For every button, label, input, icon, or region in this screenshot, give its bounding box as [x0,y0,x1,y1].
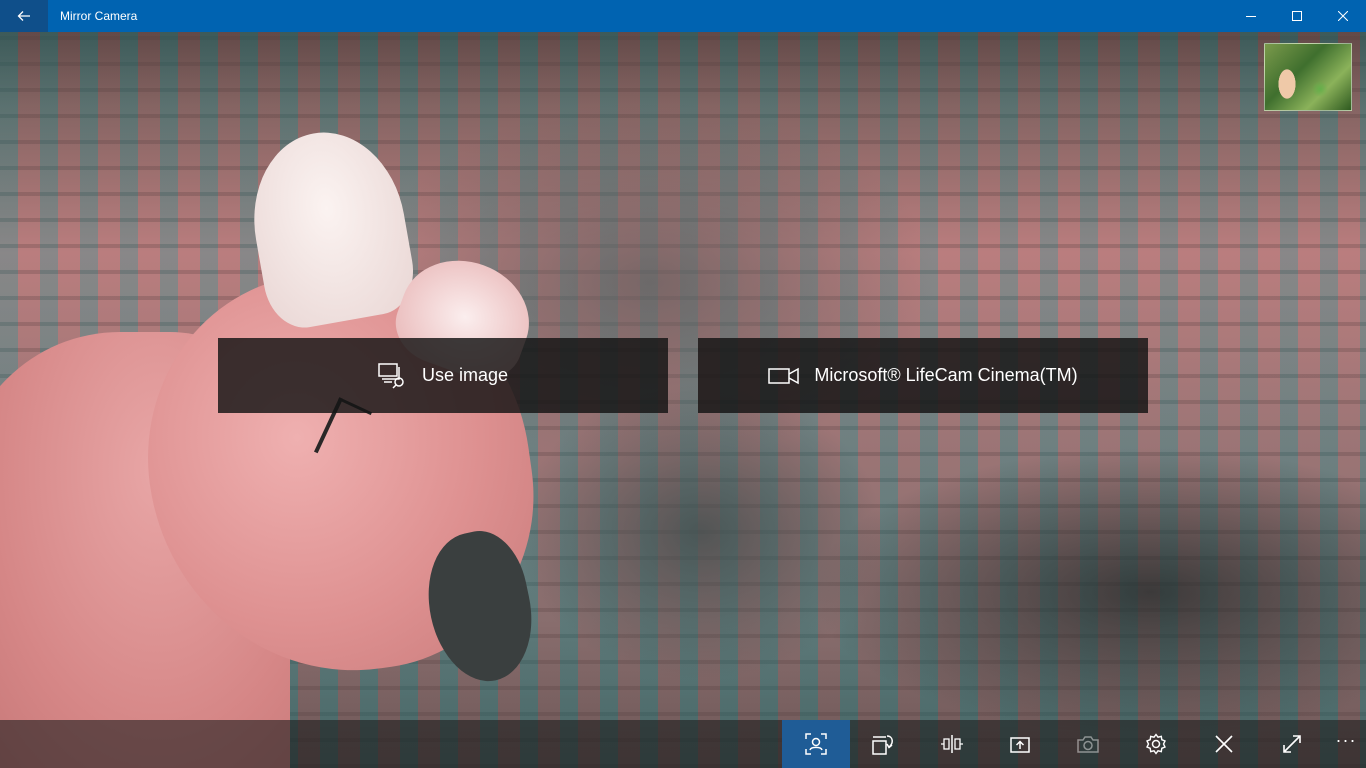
video-camera-icon [768,367,800,384]
camera-icon [1077,736,1099,753]
maximize-icon [1292,11,1302,21]
upload-button[interactable] [986,720,1054,768]
more-options-button[interactable]: ··· [1326,720,1366,768]
maximize-button[interactable] [1274,0,1320,32]
face-tracking-button[interactable] [782,720,850,768]
back-button[interactable] [0,0,48,32]
back-arrow-icon [17,11,30,21]
command-bar: ··· [0,720,1366,768]
rotate-icon [872,735,893,755]
settings-button[interactable] [1122,720,1190,768]
use-image-button[interactable]: Use image [218,338,668,413]
rotate-button[interactable] [850,720,918,768]
flip-button[interactable] [918,720,986,768]
flip-horizontal-icon [941,735,963,753]
close-icon [1215,735,1233,753]
last-capture-thumbnail[interactable] [1264,43,1352,111]
title-bar: Mirror Camera [0,0,1366,32]
face-tracking-icon [805,733,827,755]
minimize-icon [1246,16,1256,17]
camera-source-button[interactable]: Microsoft® LifeCam Cinema(TM) [698,338,1148,413]
close-icon [1338,11,1348,21]
window-title: Mirror Camera [60,9,138,23]
camera-preview [0,32,1366,768]
camera-source-label: Microsoft® LifeCam Cinema(TM) [814,365,1078,385]
close-source-button[interactable] [1190,720,1258,768]
minimize-button[interactable] [1228,0,1274,32]
settings-gear-icon [1146,733,1166,755]
upload-icon [1010,737,1030,753]
capture-photo-button[interactable] [1054,720,1122,768]
expand-fullscreen-icon [1283,735,1301,753]
fullscreen-button[interactable] [1258,720,1326,768]
close-button[interactable] [1320,0,1366,32]
use-image-label: Use image [421,365,509,385]
image-search-icon [378,362,404,389]
